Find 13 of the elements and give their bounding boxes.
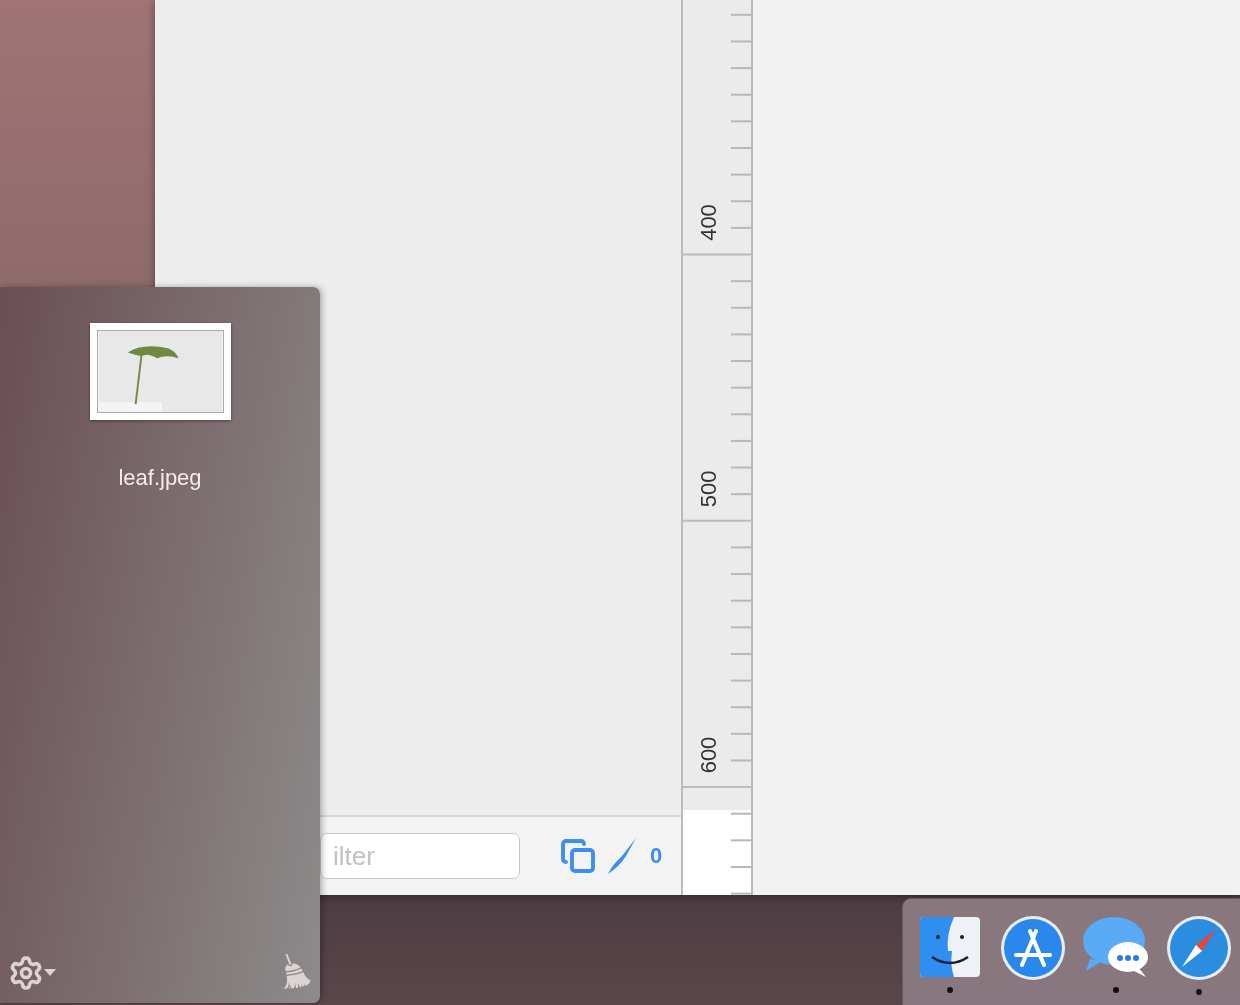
copy-icon[interactable] (560, 838, 596, 874)
file-name[interactable]: leaf.jpeg (118, 465, 202, 491)
app-store-icon[interactable] (999, 915, 1066, 981)
file-thumbnail[interactable] (89, 323, 231, 420)
chat-bubbles-icon[interactable] (1081, 915, 1150, 979)
ruler-label: 600 (696, 736, 721, 774)
settings-icon[interactable] (8, 955, 56, 991)
count-label: 0 (650, 843, 663, 869)
finder-face-icon[interactable] (917, 915, 982, 979)
filter-field[interactable]: ilter (320, 833, 520, 879)
compass-icon[interactable] (1165, 915, 1232, 981)
ruler-label: 400 (696, 204, 721, 241)
ruler-label: 500 (696, 470, 721, 508)
